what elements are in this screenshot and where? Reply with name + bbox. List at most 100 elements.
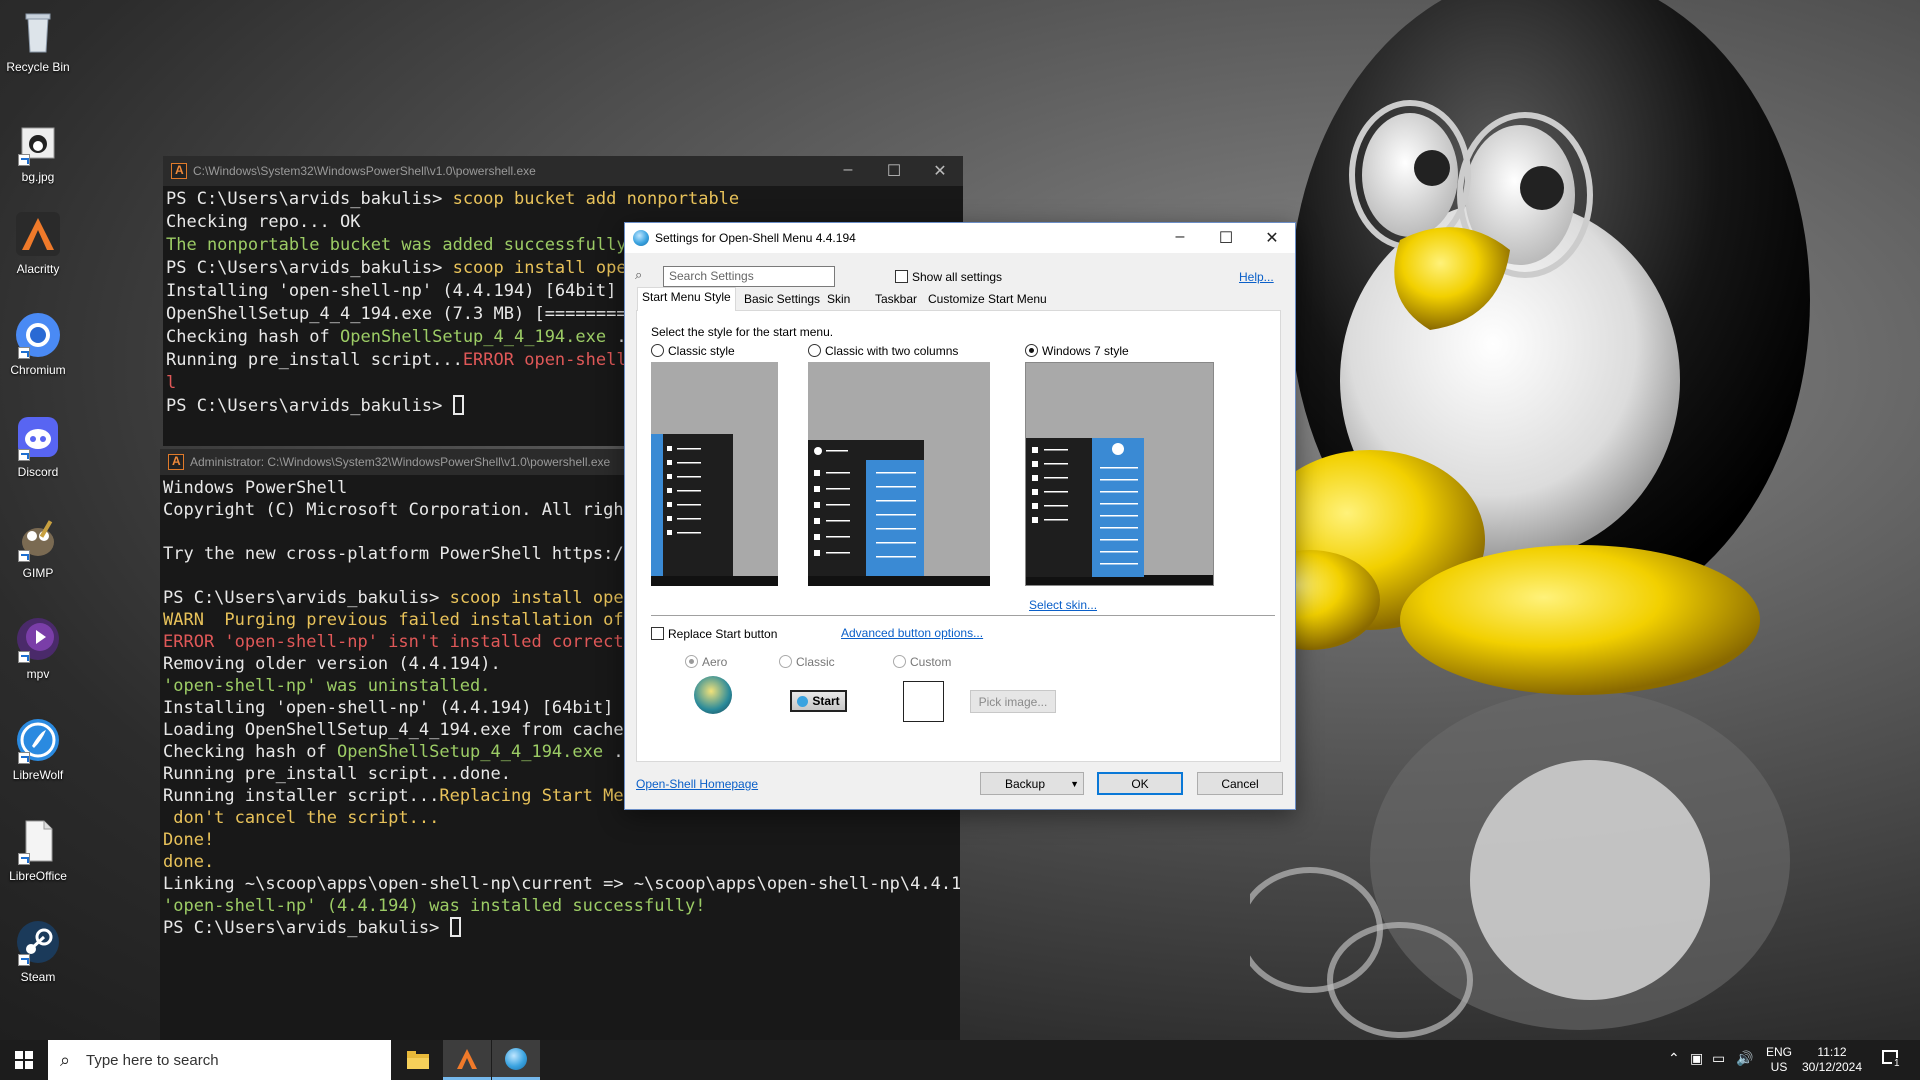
tab-skin[interactable]: Skin xyxy=(822,289,855,309)
classic-two-columns-label: Classic with two columns xyxy=(825,344,959,358)
desktop-icon-libreoffice[interactable]: LibreOffice xyxy=(4,817,72,883)
tab-taskbar[interactable]: Taskbar xyxy=(870,289,922,309)
terminal-line: Done! xyxy=(163,830,215,850)
tab-basic-settings[interactable]: Basic Settings xyxy=(739,289,825,309)
alacritty-icon xyxy=(171,163,187,179)
desktop-icon-alacritty[interactable]: Alacritty xyxy=(4,210,72,276)
show-all-settings-checkbox[interactable]: Show all settings xyxy=(895,270,1002,284)
maximize-button[interactable]: ☐ xyxy=(871,161,917,181)
tab-customize-start-menu[interactable]: Customize Start Menu xyxy=(923,289,1052,309)
folder-icon xyxy=(407,1051,429,1069)
backup-button[interactable]: Backup ▼ xyxy=(980,772,1084,795)
network-icon[interactable]: ▣ xyxy=(1690,1050,1703,1067)
alacritty-icon xyxy=(14,210,62,258)
terminal-line: Checking repo... OK xyxy=(166,212,361,232)
terminal-line: scoop install open xyxy=(452,258,637,278)
desktop-icon-steam[interactable]: Steam xyxy=(4,918,72,984)
terminal-line: Try the new cross-platform PowerShell ht… xyxy=(163,544,645,564)
replace-start-button-label: Replace Start button xyxy=(668,627,778,641)
checkbox-box[interactable] xyxy=(895,270,908,283)
classic-style-radio[interactable]: Classic style xyxy=(651,344,735,358)
select-skin-link[interactable]: Select skin... xyxy=(1029,598,1097,612)
show-hidden-icons-button[interactable]: ⌃ xyxy=(1668,1050,1680,1067)
custom-button-label: Custom xyxy=(910,655,952,669)
replace-start-button-checkbox[interactable]: Replace Start button xyxy=(651,627,777,641)
window-title: Administrator: C:\Windows\System32\Windo… xyxy=(190,455,611,469)
display-icon[interactable]: ▭ xyxy=(1712,1050,1725,1067)
minimize-button[interactable]: – xyxy=(1157,228,1203,248)
shortcut-arrow-icon xyxy=(18,449,30,461)
taskbar-file-explorer[interactable] xyxy=(394,1040,442,1080)
dialog-titlebar[interactable]: Settings for Open-Shell Menu 4.4.194 – ☐… xyxy=(625,223,1295,253)
tab-start-menu-style[interactable]: Start Menu Style xyxy=(637,287,736,311)
classic-two-columns-preview[interactable] xyxy=(808,362,990,586)
terminal-line: OpenShellSetup_4_4_194.exe xyxy=(340,327,607,347)
windows-logo-icon xyxy=(15,1051,33,1069)
radio-circle[interactable] xyxy=(651,344,664,357)
windows7-style-radio[interactable]: Windows 7 style xyxy=(1025,344,1129,358)
desktop-icon-mpv[interactable]: mpv xyxy=(4,615,72,681)
desktop-icon-librewolf[interactable]: LibreWolf xyxy=(4,716,72,782)
desktop-icon-discord[interactable]: Discord xyxy=(4,413,72,479)
volume-icon[interactable]: 🔊 xyxy=(1736,1050,1753,1067)
help-link[interactable]: Help... xyxy=(1239,270,1274,284)
aero-radio[interactable]: Aero xyxy=(685,655,727,669)
minimize-button[interactable]: – xyxy=(825,161,871,181)
clock-time: 11:12 xyxy=(1817,1045,1847,1059)
open-shell-icon xyxy=(797,695,809,707)
cancel-button[interactable]: Cancel xyxy=(1197,772,1283,795)
radio-circle[interactable] xyxy=(685,655,698,668)
terminal-line: ERROR 'open-shell-np' isn't installed co… xyxy=(163,632,645,652)
desktop-icon-recycle-bin[interactable]: Recycle Bin xyxy=(4,8,72,74)
terminal-line: PS C:\Users\arvids_bakulis> xyxy=(166,258,453,278)
open-shell-settings-dialog[interactable]: Settings for Open-Shell Menu 4.4.194 – ☐… xyxy=(624,222,1296,810)
advanced-button-options-link[interactable]: Advanced button options... xyxy=(841,626,983,640)
taskbar-open-shell[interactable] xyxy=(492,1040,540,1080)
windows7-style-label: Windows 7 style xyxy=(1042,344,1129,358)
classic-style-preview[interactable] xyxy=(651,362,778,586)
radio-circle[interactable] xyxy=(893,655,906,668)
search-icon: ⌕ xyxy=(60,1049,71,1070)
pick-image-button[interactable]: Pick image... xyxy=(970,690,1056,713)
classic-button-radio[interactable]: Classic xyxy=(779,655,835,669)
close-button[interactable]: ✕ xyxy=(1249,228,1295,248)
open-shell-homepage-link[interactable]: Open-Shell Homepage xyxy=(636,777,758,791)
shortcut-arrow-icon xyxy=(18,154,30,166)
terminal-line: PS C:\Users\arvids_bakulis> xyxy=(163,918,450,938)
search-settings-input[interactable]: Search Settings xyxy=(663,266,835,287)
region-label: US xyxy=(1770,1060,1788,1074)
shortcut-arrow-icon xyxy=(18,347,30,359)
radio-circle[interactable] xyxy=(779,655,792,668)
action-center-button[interactable]: 1 xyxy=(1880,1048,1904,1072)
terminal-line: OpenShellSetup_4_4_194.exe xyxy=(337,742,604,762)
shortcut-arrow-icon xyxy=(18,651,30,663)
radio-circle[interactable] xyxy=(1025,344,1038,357)
custom-button-radio[interactable]: Custom xyxy=(893,655,951,669)
mpv-icon xyxy=(14,615,62,663)
clock[interactable]: 11:12 30/12/2024 xyxy=(1800,1045,1864,1075)
terminal-line: Installing 'open-shell-np' (4.4.194) [64… xyxy=(166,281,637,301)
maximize-button[interactable]: ☐ xyxy=(1203,228,1249,248)
taskbar-search-box[interactable]: ⌕ Type here to search xyxy=(48,1040,391,1080)
start-button[interactable] xyxy=(0,1040,48,1080)
cancel-label: Cancel xyxy=(1221,776,1259,791)
windows7-style-preview[interactable] xyxy=(1025,362,1214,586)
language-indicator[interactable]: ENG US xyxy=(1766,1045,1792,1075)
terminal-line: scoop install open- xyxy=(449,588,645,608)
aero-start-orb-icon xyxy=(694,676,732,714)
terminal-line: WARN Purging previous failed installatio… xyxy=(163,610,645,630)
desktop-icon-gimp[interactable]: GIMP xyxy=(4,514,72,580)
close-button[interactable]: ✕ xyxy=(917,161,963,181)
classic-style-label: Classic style xyxy=(668,344,735,358)
classic-two-columns-radio[interactable]: Classic with two columns xyxy=(808,344,958,358)
radio-circle[interactable] xyxy=(808,344,821,357)
terminal-line: Checking hash of xyxy=(166,327,340,347)
desktop-icon-chromium[interactable]: Chromium xyxy=(4,311,72,377)
steam-icon xyxy=(14,918,62,966)
ok-button[interactable]: OK xyxy=(1097,772,1183,795)
checkbox-box[interactable] xyxy=(651,627,664,640)
taskbar-alacritty[interactable] xyxy=(443,1040,491,1080)
desktop-icon-bg-jpg[interactable]: bg.jpg xyxy=(4,118,72,184)
powershell-window-1-titlebar[interactable]: C:\Windows\System32\WindowsPowerShell\v1… xyxy=(163,156,963,186)
preview-menu-banner xyxy=(651,434,663,576)
